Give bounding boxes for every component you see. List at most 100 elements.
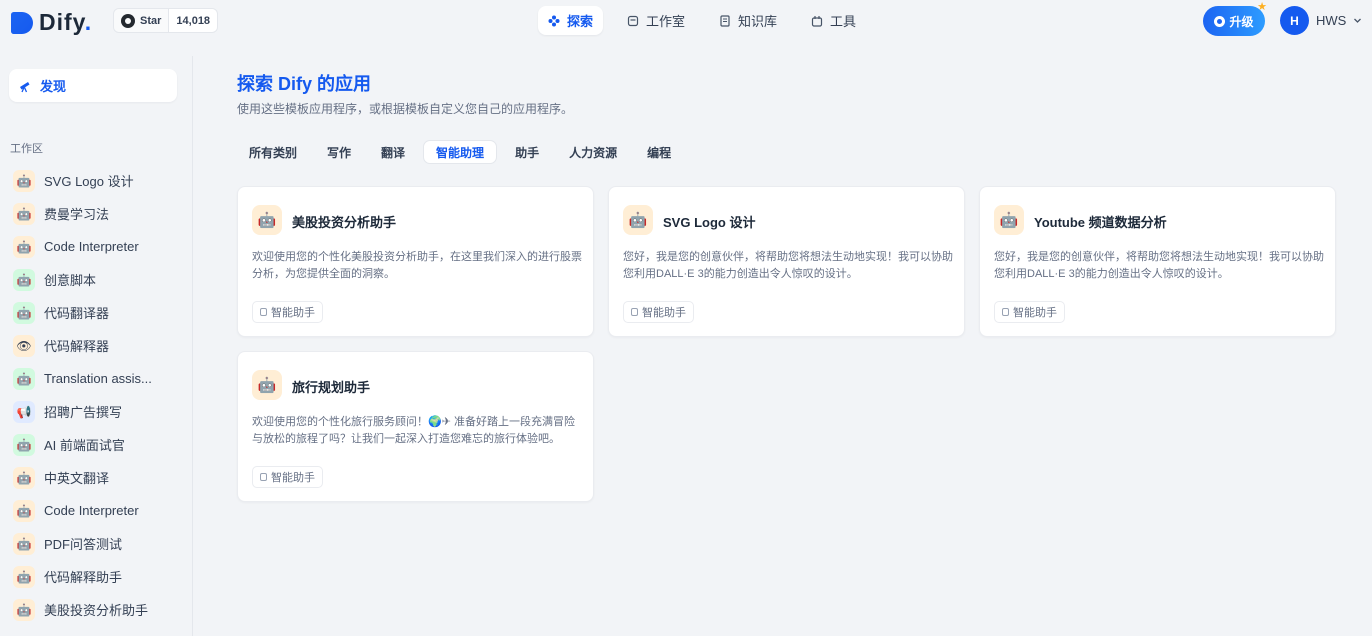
category-tab[interactable]: 智能助理 bbox=[423, 140, 498, 164]
app-avatar-icon: 🤖 bbox=[13, 202, 35, 225]
app-avatar-icon: 🤖 bbox=[13, 301, 35, 324]
tag-icon bbox=[260, 473, 267, 481]
github-icon bbox=[121, 13, 135, 28]
sidebar-app-item[interactable]: 🤖 AI 前端面试官 bbox=[10, 428, 185, 461]
github-star-label: Star bbox=[140, 14, 162, 27]
app-avatar-icon: 🤖 bbox=[13, 169, 35, 192]
sidebar-app-item[interactable]: 🤖 创意脚本 bbox=[10, 263, 185, 296]
dify-logo[interactable]: Dify. bbox=[11, 9, 92, 36]
sidebar-app-label: Code Interpreter bbox=[44, 239, 139, 254]
nav-knowledge-label: 知识库 bbox=[738, 14, 778, 29]
nav-explore-label: 探索 bbox=[567, 14, 594, 29]
logo-text: Dify bbox=[39, 9, 85, 35]
github-star-button[interactable]: Star bbox=[114, 9, 169, 32]
nav-tools-label: 工具 bbox=[830, 14, 857, 29]
sidebar-app-item[interactable]: 🤖 代码翻译器 bbox=[10, 296, 185, 329]
app-card-tag: 智能助手 bbox=[623, 301, 694, 323]
studio-icon bbox=[627, 15, 639, 26]
upgrade-label: 升级 bbox=[1229, 14, 1254, 29]
sidebar-app-label: 代码翻译器 bbox=[44, 306, 110, 321]
app-card-tag-label: 智能助手 bbox=[271, 307, 315, 319]
sidebar-app-label: Code Interpreter bbox=[44, 503, 139, 518]
sidebar-app-item[interactable]: 👁 代码解释器 bbox=[10, 329, 185, 362]
sidebar-app-item[interactable]: 🤖 Code Interpreter bbox=[10, 230, 185, 263]
sidebar-app-label: SVG Logo 设计 bbox=[44, 174, 134, 189]
app-avatar-icon: 🤖 bbox=[13, 268, 35, 291]
nav-tools[interactable]: 工具 bbox=[801, 6, 866, 35]
sidebar-item-discover[interactable]: 发现 bbox=[9, 69, 177, 102]
github-star-count[interactable]: 14,018 bbox=[168, 9, 218, 32]
app-card-description: 欢迎使用您的个性化旅行服务顾问！🌍✈ 准备好踏上一段充满冒险与放松的旅程了吗？让… bbox=[252, 416, 575, 445]
app-card-description: 您好，我是您的创意伙伴，将帮助您将想法生动地实现！我可以协助您利用DALL·E … bbox=[994, 251, 1324, 280]
sidebar-app-item[interactable]: 📢 招聘广告撰写 bbox=[10, 395, 185, 428]
sidebar-app-label: 代码解释助手 bbox=[44, 570, 123, 585]
user-name: HWS bbox=[1316, 13, 1347, 28]
app-card[interactable]: 🤖 旅行规划助手欢迎使用您的个性化旅行服务顾问！🌍✈ 准备好踏上一段充满冒险与放松… bbox=[237, 351, 594, 502]
app-card-title: 旅行规划助手 bbox=[292, 380, 371, 395]
workspace-section-label: 工作区 bbox=[10, 143, 43, 155]
app-card[interactable]: 🤖 SVG Logo 设计您好，我是您的创意伙伴，将帮助您将想法生动地实现！我可以… bbox=[608, 186, 965, 337]
chevron-down-icon bbox=[1354, 18, 1362, 23]
app-card-description: 欢迎使用您的个性化美股投资分析助手，在这里我们深入的进行股票分析，为您提供全面的… bbox=[252, 251, 582, 280]
sidebar-app-item[interactable]: 🤖 中英文翻译 bbox=[10, 461, 185, 494]
top-bar: Dify. Star 14,018 探索 工作室 知识库 工具 升级 ★ H H… bbox=[0, 0, 1372, 42]
sidebar-app-item[interactable]: 🤖 费曼学习法 bbox=[10, 197, 185, 230]
workspace-app-list: 🤖 SVG Logo 设计 🤖 费曼学习法 🤖 Code Interpreter 🤖 创意脚本… bbox=[10, 164, 185, 626]
tag-icon bbox=[1002, 308, 1009, 316]
sidebar-app-label: 费曼学习法 bbox=[44, 207, 110, 222]
category-tab[interactable]: 助手 bbox=[503, 140, 551, 164]
app-avatar-icon: 🤖 bbox=[13, 598, 35, 621]
github-star-widget[interactable]: Star 14,018 bbox=[113, 8, 219, 33]
category-tabs: 所有类别 写作 翻译 智能助理 助手 人力资源 编程 bbox=[237, 140, 683, 164]
category-tab[interactable]: 写作 bbox=[315, 140, 363, 164]
upgrade-button[interactable]: 升级 ★ bbox=[1203, 1, 1267, 36]
logo-mark-icon bbox=[11, 11, 33, 34]
sidebar-app-item[interactable]: 🤖 Code Interpreter bbox=[10, 494, 185, 527]
app-card[interactable]: 🤖 Youtube 频道数据分析您好，我是您的创意伙伴，将帮助您将想法生动地实现！… bbox=[979, 186, 1336, 337]
sidebar-app-label: 代码解释器 bbox=[44, 339, 110, 354]
sidebar: 发现 工作区 🤖 SVG Logo 设计 🤖 费曼学习法 🤖 Code Interpret… bbox=[0, 56, 193, 636]
app-card-tag: 智能助手 bbox=[252, 466, 323, 488]
category-tab[interactable]: 编程 bbox=[635, 140, 683, 164]
sidebar-app-item[interactable]: 🤖 Translation assis... bbox=[10, 362, 185, 395]
avatar[interactable]: H bbox=[1280, 6, 1309, 35]
category-tab[interactable]: 翻译 bbox=[369, 140, 417, 164]
tag-icon bbox=[260, 308, 267, 316]
category-tab[interactable]: 人力资源 bbox=[557, 140, 629, 164]
sidebar-app-item[interactable]: 🤖 代码解释助手 bbox=[10, 560, 185, 593]
nav-studio[interactable]: 工作室 bbox=[617, 6, 695, 35]
app-avatar-icon: 🤖 bbox=[13, 532, 35, 555]
main-nav: 探索 工作室 知识库 工具 bbox=[538, 6, 866, 35]
sidebar-app-item[interactable]: 🤖 PDF问答测试 bbox=[10, 527, 185, 560]
category-tab[interactable]: 所有类别 bbox=[237, 140, 309, 164]
app-avatar-icon: 🤖 bbox=[13, 433, 35, 456]
app-card-title: SVG Logo 设计 bbox=[663, 215, 756, 230]
app-avatar-icon: 🤖 bbox=[13, 499, 35, 522]
logo-accent: . bbox=[84, 9, 93, 35]
app-card-tag-label: 智能助手 bbox=[271, 472, 315, 484]
app-card-tag-label: 智能助手 bbox=[642, 307, 686, 319]
sidebar-app-label: 中英文翻译 bbox=[44, 471, 110, 486]
nav-knowledge[interactable]: 知识库 bbox=[709, 6, 787, 35]
app-card-title: Youtube 频道数据分析 bbox=[1034, 215, 1167, 230]
sidebar-app-label: Translation assis... bbox=[44, 371, 152, 386]
app-avatar-icon: 🤖 bbox=[13, 235, 35, 258]
app-card-description: 您好，我是您的创意伙伴，将帮助您将想法生动地实现！我可以协助您利用DALL·E … bbox=[623, 251, 953, 280]
tag-icon bbox=[631, 308, 638, 316]
app-avatar-icon: 📢 bbox=[13, 400, 35, 423]
app-avatar-icon: 🤖 bbox=[13, 367, 35, 390]
app-card-robot-icon: 🤖 bbox=[623, 205, 653, 235]
user-menu[interactable]: H HWS bbox=[1280, 6, 1362, 35]
app-card-robot-icon: 🤖 bbox=[252, 205, 282, 235]
sidebar-app-item[interactable]: 🤖 美股投资分析助手 bbox=[10, 593, 185, 626]
app-avatar-icon: 🤖 bbox=[13, 466, 35, 489]
app-card-robot-icon: 🤖 bbox=[994, 205, 1024, 235]
sidebar-app-label: PDF问答测试 bbox=[44, 537, 123, 552]
nav-explore[interactable]: 探索 bbox=[538, 6, 604, 35]
upgrade-icon bbox=[1214, 15, 1226, 27]
sidebar-app-item[interactable]: 🤖 SVG Logo 设计 bbox=[10, 164, 185, 197]
app-card-robot-icon: 🤖 bbox=[252, 370, 282, 400]
app-card[interactable]: 🤖 美股投资分析助手欢迎使用您的个性化美股投资分析助手，在这里我们深入的进行股票分… bbox=[237, 186, 594, 337]
app-card-title: 美股投资分析助手 bbox=[292, 215, 397, 230]
sidebar-app-label: AI 前端面试官 bbox=[44, 438, 125, 453]
